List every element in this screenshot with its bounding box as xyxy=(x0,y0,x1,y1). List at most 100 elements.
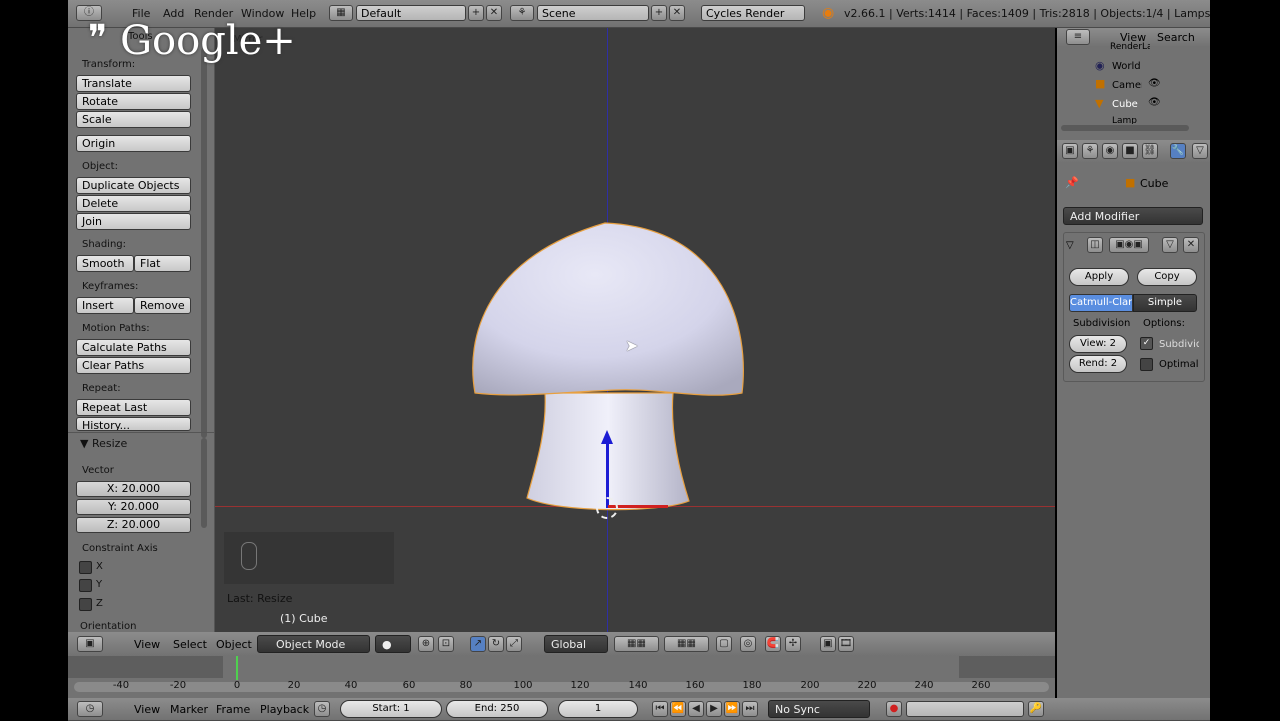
play-icon[interactable]: ▶ xyxy=(706,701,722,717)
remove-scene-icon[interactable]: ✕ xyxy=(669,5,685,21)
play-reverse-icon[interactable]: ◀ xyxy=(688,701,704,717)
rotate-button[interactable]: Rotate xyxy=(76,93,191,110)
timeline-frame-menu[interactable]: Frame xyxy=(216,703,250,716)
snap-toggle-icon[interactable]: 🧲 xyxy=(765,636,781,652)
timeline-view-menu[interactable]: View xyxy=(134,703,160,716)
vector-x-field[interactable]: X: 20.000 xyxy=(76,481,191,497)
preview-range-icon[interactable]: ◷ xyxy=(314,701,330,717)
translate-manipulator-icon[interactable]: ↗ xyxy=(470,636,486,652)
constraints-tab-icon[interactable]: ⛓ xyxy=(1142,143,1158,159)
delete-button[interactable]: Delete xyxy=(76,195,191,212)
scale-manipulator-icon[interactable]: ⤢ xyxy=(506,636,522,652)
simple-toggle[interactable]: Simple xyxy=(1133,294,1197,312)
modifier-cage-icon[interactable]: ▽ xyxy=(1162,237,1178,253)
insert-keyframe-icon[interactable]: 🔑 xyxy=(1028,701,1044,717)
screen-layout-icon[interactable]: ▦ xyxy=(329,5,353,21)
translate-button[interactable]: Translate xyxy=(76,75,191,92)
vector-z-field[interactable]: Z: 20.000 xyxy=(76,517,191,533)
apply-button[interactable]: Apply xyxy=(1069,268,1129,286)
scene-field[interactable]: Scene xyxy=(537,5,649,21)
origin-button[interactable]: Origin xyxy=(76,135,191,152)
manipulator-toggle-icon[interactable]: ⊡ xyxy=(438,636,454,652)
optimal-checkbox[interactable] xyxy=(1140,358,1153,371)
data-tab-icon[interactable]: ▽ xyxy=(1192,143,1208,159)
timeline-playback-menu[interactable]: Playback xyxy=(260,703,309,716)
render-engine-dropdown[interactable]: Cycles Render xyxy=(701,5,805,21)
smooth-button[interactable]: Smooth xyxy=(76,255,134,272)
tool-shelf-scrollbar[interactable] xyxy=(201,48,207,438)
outliner-search-menu[interactable]: Search xyxy=(1157,31,1195,44)
jump-keyframe-forward-icon[interactable]: ⏩ xyxy=(724,701,740,717)
render-levels-field[interactable]: Rend: 2 xyxy=(1069,355,1127,373)
remove-keyframe-button[interactable]: Remove xyxy=(134,297,191,314)
outliner-item-lamp[interactable]: Lamp xyxy=(1112,116,1137,124)
calculate-paths-button[interactable]: Calculate Paths xyxy=(76,339,191,356)
scene-tab-icon[interactable]: ⚘ xyxy=(1082,143,1098,159)
layers-grid-icon[interactable]: ▦▦ xyxy=(614,636,659,652)
keying-set-field[interactable] xyxy=(906,701,1024,717)
3d-viewport[interactable]: Mirror ➤ Last: Resize (1) Cube xyxy=(215,28,1055,632)
viewport-view-menu[interactable]: View xyxy=(134,638,160,651)
current-frame-field[interactable]: 1 xyxy=(558,700,638,718)
modifier-visibility-icon[interactable]: ▣◉▣ xyxy=(1109,237,1149,253)
add-layout-icon[interactable]: + xyxy=(468,5,484,21)
timeline-editor-icon[interactable]: ◷ xyxy=(77,701,103,717)
clear-paths-button[interactable]: Clear Paths xyxy=(76,357,191,374)
outliner-hscrollbar[interactable] xyxy=(1061,125,1189,131)
sync-mode-dropdown[interactable]: No Sync xyxy=(768,700,870,718)
outliner-item-camera[interactable]: Camera xyxy=(1112,80,1142,91)
constraint-y-checkbox[interactable] xyxy=(79,579,92,592)
mushroom-mesh[interactable] xyxy=(465,218,755,518)
visibility-eye-icon[interactable]: 👁 xyxy=(1148,78,1161,89)
start-frame-field[interactable]: Start: 1 xyxy=(340,700,442,718)
view-levels-field[interactable]: View: 2 xyxy=(1069,335,1127,353)
outliner-item-cube[interactable]: Cube xyxy=(1112,99,1138,110)
layers-grid-2-icon[interactable]: ▦▦ xyxy=(664,636,709,652)
outliner-item-world[interactable]: World xyxy=(1112,61,1141,72)
transform-orientation-dropdown[interactable]: Global xyxy=(544,635,608,653)
snap-element-icon[interactable]: ✢ xyxy=(785,636,801,652)
insert-keyframe-button[interactable]: Insert xyxy=(76,297,134,314)
render-tab-icon[interactable]: ▣ xyxy=(1062,143,1078,159)
scene-icon[interactable]: ⚘ xyxy=(510,5,534,21)
viewport-select-menu[interactable]: Select xyxy=(173,638,207,651)
flat-button[interactable]: Flat xyxy=(134,255,191,272)
history-button[interactable]: History... xyxy=(76,417,191,431)
world-tab-icon[interactable]: ◉ xyxy=(1102,143,1118,159)
render-preview-icon[interactable]: ▣ xyxy=(820,636,836,652)
vector-y-field[interactable]: Y: 20.000 xyxy=(76,499,191,515)
timeline-marker-menu[interactable]: Marker xyxy=(170,703,208,716)
jump-start-icon[interactable]: ⏮ xyxy=(652,701,668,717)
copy-button[interactable]: Copy xyxy=(1137,268,1197,286)
current-frame-indicator[interactable] xyxy=(236,656,238,680)
visibility-eye-icon[interactable]: 👁 xyxy=(1148,97,1161,108)
end-frame-field[interactable]: End: 250 xyxy=(446,700,548,718)
timeline-hscrollbar[interactable] xyxy=(74,682,1049,692)
add-modifier-dropdown[interactable]: Add Modifier xyxy=(1063,207,1203,225)
viewport-object-menu[interactable]: Object xyxy=(216,638,252,651)
duplicate-objects-button[interactable]: Duplicate Objects xyxy=(76,177,191,194)
resize-panel-header[interactable]: ▼ Resize xyxy=(80,437,127,450)
pin-icon[interactable]: 📌 xyxy=(1065,176,1079,189)
modifiers-tab-icon[interactable]: 🔧 xyxy=(1170,143,1186,159)
add-scene-icon[interactable]: + xyxy=(651,5,667,21)
scale-button[interactable]: Scale xyxy=(76,111,191,128)
viewport-editor-icon[interactable]: ▣ xyxy=(77,636,103,652)
constraint-z-checkbox[interactable] xyxy=(79,598,92,611)
object-mode-dropdown[interactable]: Object Mode xyxy=(257,635,370,653)
lock-layer-icon[interactable]: ▢ xyxy=(716,636,732,652)
modifier-delete-icon[interactable]: ✕ xyxy=(1183,237,1199,253)
jump-end-icon[interactable]: ⏭ xyxy=(742,701,758,717)
remove-layout-icon[interactable]: ✕ xyxy=(486,5,502,21)
catmull-clark-toggle[interactable]: Catmull-Clark xyxy=(1069,294,1133,312)
object-origin-cursor[interactable] xyxy=(596,497,618,519)
record-icon[interactable]: ● xyxy=(886,701,902,717)
layout-field[interactable]: Default xyxy=(356,5,466,21)
operator-scrollbar[interactable] xyxy=(201,438,207,528)
outliner-item-renderlayers[interactable]: RenderLayers xyxy=(1110,42,1150,52)
render-animation-icon[interactable]: 🎞 xyxy=(838,636,854,652)
timeline[interactable]: -40 -20 0 20 40 60 80 100 120 140 160 18… xyxy=(68,656,1055,698)
collapse-modifier-icon[interactable]: ▽ xyxy=(1066,240,1074,251)
object-tab-icon[interactable]: ■ xyxy=(1122,143,1138,159)
proportional-edit-icon[interactable]: ◎ xyxy=(740,636,756,652)
